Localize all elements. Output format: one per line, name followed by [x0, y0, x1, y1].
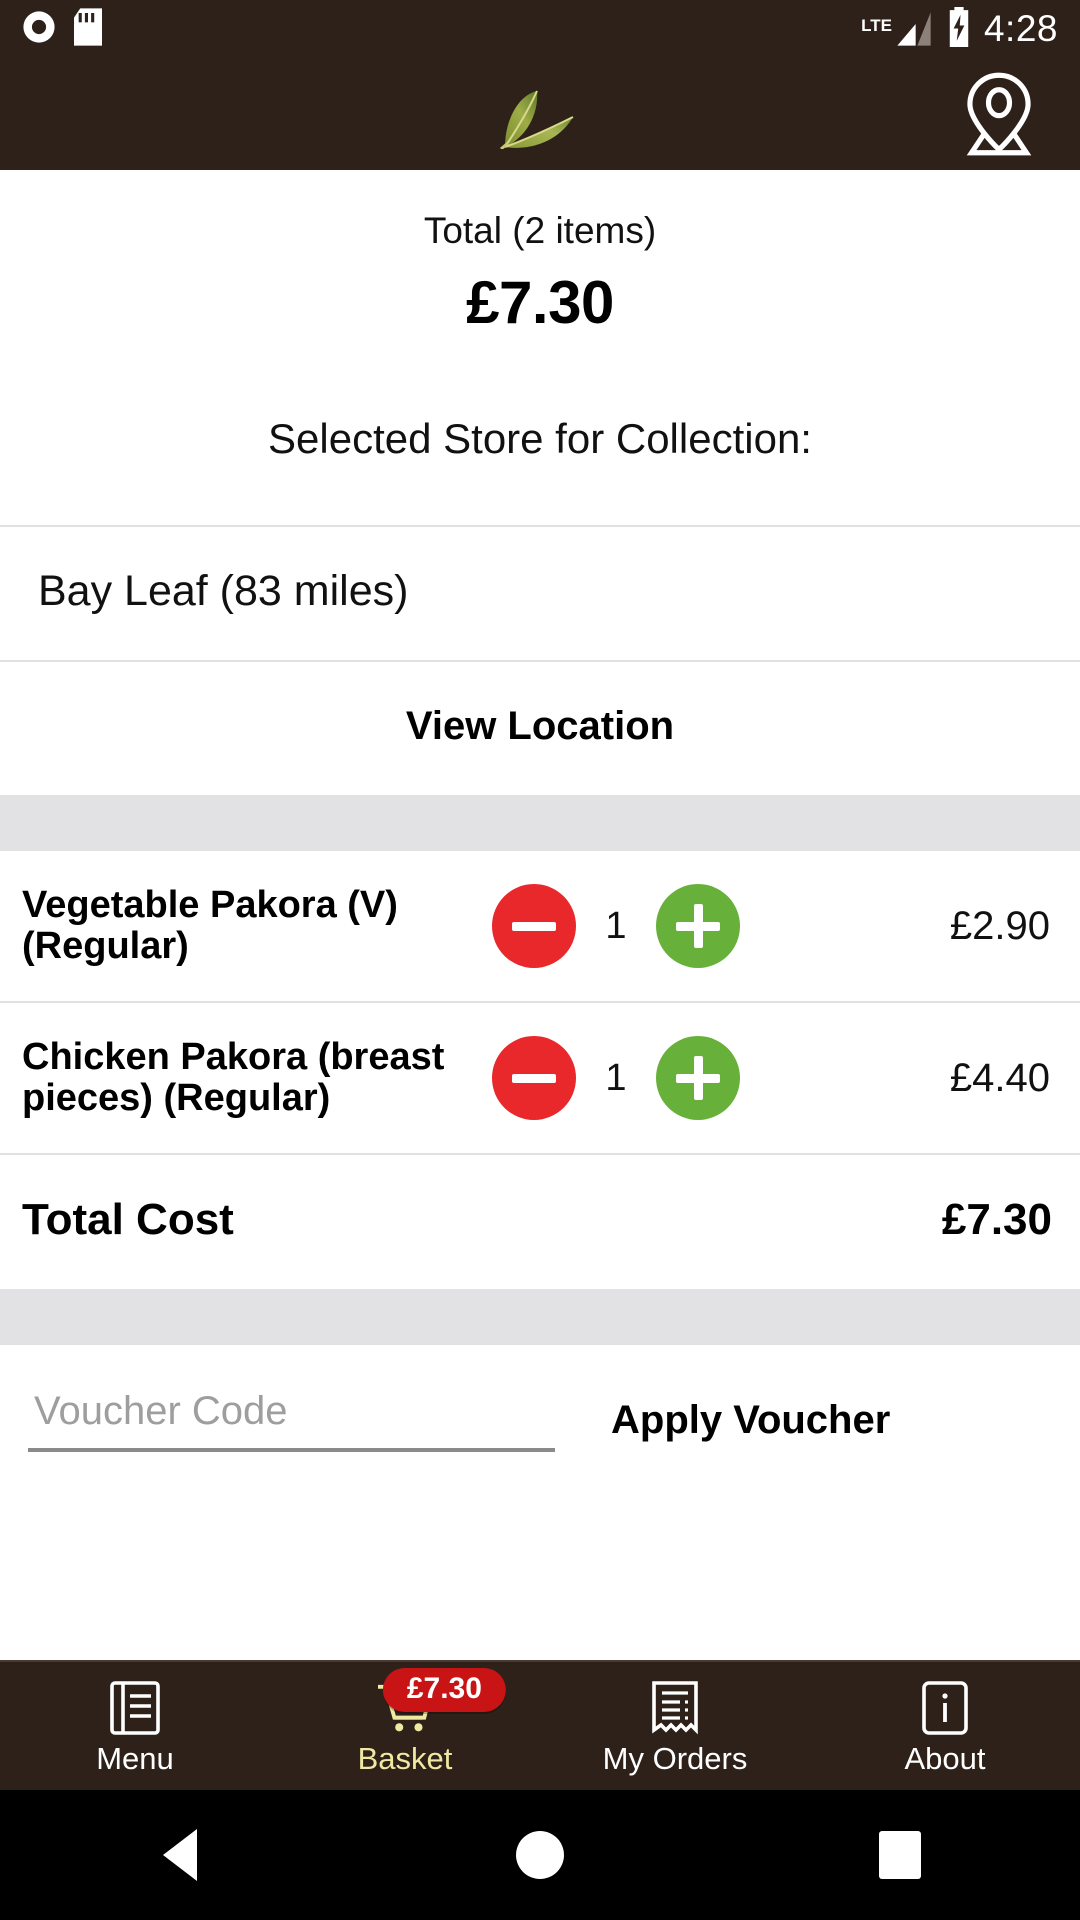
nav-label-about: About	[904, 1740, 986, 1776]
clock: 4:28	[983, 8, 1058, 49]
section-spacer	[0, 795, 1080, 851]
plus-icon	[676, 1056, 720, 1100]
minus-icon	[512, 921, 556, 931]
android-system-navigation	[0, 1790, 1080, 1920]
app-screen: LTE 4:28 Total (2 items) £7.30 Selected …	[0, 0, 1080, 1920]
increase-quantity-button[interactable]	[656, 1036, 740, 1120]
basket-content: Total (2 items) £7.30 Selected Store for…	[0, 170, 1080, 1660]
section-spacer	[0, 1289, 1080, 1345]
summary-total-amount: £7.30	[466, 269, 614, 336]
view-location-button[interactable]: View Location	[0, 662, 1080, 795]
record-icon	[22, 10, 56, 49]
nav-item-about[interactable]: About	[810, 1662, 1080, 1790]
bottom-navigation: Menu £7.30 Basket My Orders About	[0, 1660, 1080, 1790]
network-type-label: LTE	[861, 16, 892, 35]
bay-leaf-logo	[475, 79, 605, 151]
status-bar-right-icons: LTE 4:28	[861, 6, 1058, 52]
selected-store-name: Bay Leaf (83 miles)	[38, 567, 409, 615]
basket-item-name: Vegetable Pakora (V) (Regular)	[22, 883, 398, 967]
home-button[interactable]	[480, 1815, 600, 1895]
nav-item-basket[interactable]: £7.30 Basket	[270, 1662, 540, 1790]
decrease-quantity-button[interactable]	[492, 884, 576, 968]
voucher-section: Apply Voucher	[0, 1345, 1080, 1482]
nav-label-my-orders: My Orders	[602, 1740, 748, 1776]
collection-store-heading: Selected Store for Collection:	[268, 415, 812, 462]
sd-card-icon	[74, 7, 102, 51]
plus-icon	[676, 904, 720, 948]
apply-voucher-button[interactable]: Apply Voucher	[611, 1398, 890, 1443]
quantity-stepper: 1	[492, 1036, 740, 1120]
table-row: Vegetable Pakora (V) (Regular) 1 £2.90	[0, 851, 1080, 1001]
view-location-label: View Location	[405, 704, 675, 748]
recents-button[interactable]	[840, 1815, 960, 1895]
total-cost-value: £7.30	[941, 1195, 1052, 1244]
menu-book-icon	[106, 1679, 164, 1737]
receipt-icon	[646, 1679, 704, 1737]
info-icon	[916, 1679, 974, 1737]
nav-label-basket: Basket	[357, 1740, 453, 1776]
total-cost-row: Total Cost £7.30	[0, 1155, 1080, 1289]
decrease-quantity-button[interactable]	[492, 1036, 576, 1120]
total-cost-label: Total Cost	[22, 1195, 234, 1244]
back-button[interactable]	[120, 1815, 240, 1895]
nav-item-my-orders[interactable]: My Orders	[540, 1662, 810, 1790]
signal-icon: LTE	[861, 10, 934, 48]
voucher-code-input[interactable]	[28, 1389, 555, 1452]
item-quantity: 1	[605, 1056, 627, 1099]
summary-items-label: Total (2 items)	[423, 210, 657, 251]
increase-quantity-button[interactable]	[656, 884, 740, 968]
basket-item-price: £4.40	[949, 1055, 1050, 1100]
table-row: Chicken Pakora (breast pieces) (Regular)…	[0, 1003, 1080, 1153]
map-pin-icon[interactable]	[960, 72, 1038, 156]
selected-store-row[interactable]: Bay Leaf (83 miles)	[0, 527, 1080, 660]
item-quantity: 1	[605, 904, 627, 947]
basket-item-name: Chicken Pakora (breast pieces) (Regular)	[22, 1035, 445, 1119]
order-summary: Total (2 items) £7.30	[0, 170, 1080, 337]
basket-item-price: £2.90	[949, 903, 1050, 948]
basket-total-badge: £7.30	[382, 1668, 506, 1712]
quantity-stepper: 1	[492, 884, 740, 968]
status-bar-left-icons	[22, 7, 102, 51]
nav-label-menu: Menu	[96, 1740, 174, 1776]
minus-icon	[512, 1073, 556, 1083]
status-bar: LTE 4:28	[0, 0, 1080, 58]
nav-item-menu[interactable]: Menu	[0, 1662, 270, 1790]
app-bar	[0, 58, 1080, 170]
battery-charging-icon	[946, 6, 972, 52]
